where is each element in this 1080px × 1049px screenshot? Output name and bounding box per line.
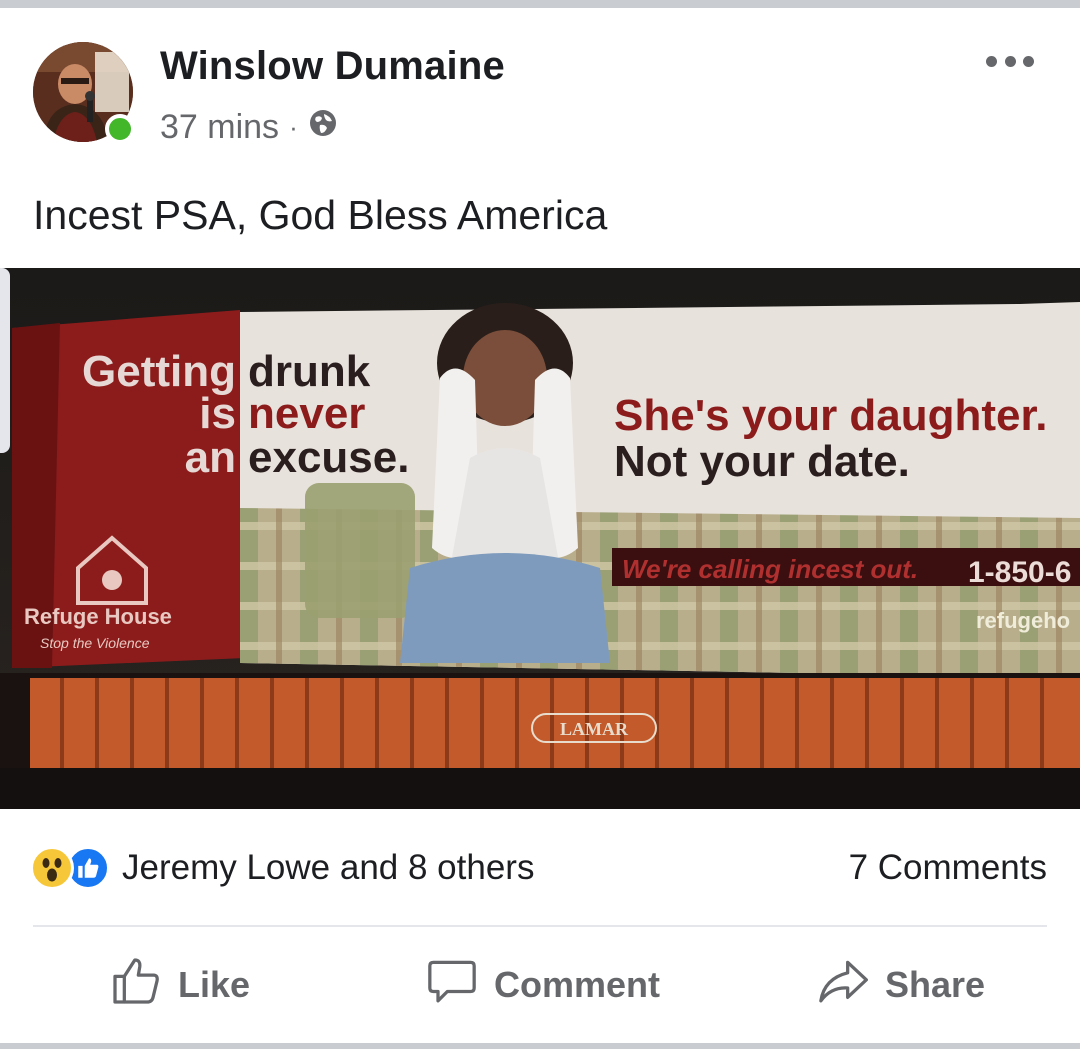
- thumbs-up-icon: [108, 953, 164, 1018]
- billboard-word-is: is: [199, 389, 236, 438]
- comment-label: Comment: [494, 964, 661, 1005]
- post-photo[interactable]: Getting drunk is never an excuse. She's …: [0, 268, 1080, 809]
- share-label: Share: [885, 964, 986, 1005]
- post-text: Incest PSA, God Bless America: [33, 192, 608, 238]
- more-options-button[interactable]: [986, 46, 1034, 76]
- reactions-text: Jeremy Lowe and 8 others: [122, 848, 535, 887]
- billboard-headline-line2: Not your date.: [614, 437, 910, 486]
- left-edge-tab[interactable]: [0, 268, 10, 453]
- post-time[interactable]: 37 mins: [160, 108, 279, 147]
- comments-count[interactable]: 7 Comments: [849, 848, 1047, 888]
- comment-button[interactable]: Comment: [424, 955, 660, 1015]
- billboard-word-an: an: [185, 433, 236, 482]
- author-name[interactable]: Winslow Dumaine: [160, 44, 505, 89]
- comment-bubble-icon: [424, 953, 480, 1018]
- more-dot: [1004, 55, 1016, 67]
- billboard-word-never: never: [248, 389, 365, 438]
- share-arrow-icon: [815, 953, 871, 1018]
- billboard-org-tagline: Stop the Violence: [40, 635, 150, 651]
- meta-separator: ·: [289, 112, 298, 142]
- billboard-word-excuse: excuse.: [248, 433, 409, 482]
- wow-icon: [30, 846, 74, 890]
- bottom-divider: [0, 1043, 1080, 1049]
- billboard-web: refugeho: [976, 608, 1070, 633]
- post-meta: 37 mins ·: [160, 108, 338, 147]
- billboard-org: Refuge House: [24, 604, 172, 629]
- share-button[interactable]: Share: [815, 955, 985, 1015]
- globe-icon: [308, 108, 338, 147]
- billboard-brand: LAMAR: [560, 719, 629, 739]
- actions-divider: [33, 925, 1047, 927]
- like-label: Like: [178, 964, 251, 1005]
- billboard-banner: We're calling incest out.: [622, 554, 918, 584]
- billboard-phone: 1-850-6: [968, 556, 1071, 589]
- more-dot: [1023, 55, 1034, 67]
- more-dot: [986, 55, 997, 67]
- top-divider: [0, 0, 1080, 8]
- like-button[interactable]: Like: [108, 955, 250, 1015]
- billboard-headline-line1: She's your daughter.: [614, 391, 1047, 440]
- online-status-indicator: [105, 114, 135, 144]
- reactions-summary[interactable]: Jeremy Lowe and 8 others: [30, 846, 534, 890]
